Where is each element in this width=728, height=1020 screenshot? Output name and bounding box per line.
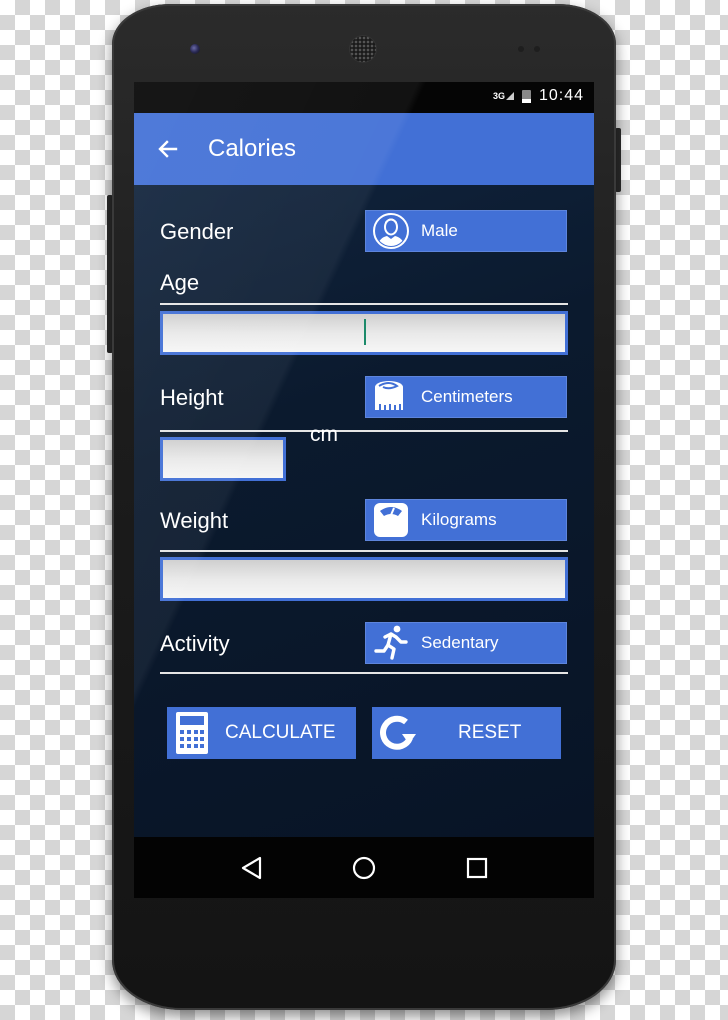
- weight-divider: [160, 550, 568, 552]
- height-unit-value: Centimeters: [421, 387, 513, 406]
- calorie-form: Gender Male Age Height Centimeters cm We…: [134, 185, 594, 837]
- activity-label: Activity: [160, 631, 230, 656]
- scale-icon: [369, 499, 413, 541]
- light-sensor: [534, 46, 540, 52]
- triangle-back-icon[interactable]: [231, 848, 271, 888]
- activity-selector[interactable]: Sedentary: [365, 622, 567, 664]
- height-input[interactable]: [160, 437, 286, 481]
- gender-value: Male: [421, 221, 458, 240]
- age-label: Age: [160, 270, 200, 295]
- reset-button[interactable]: RESET: [372, 707, 561, 759]
- text-caret: [364, 319, 366, 345]
- clock: 10:44: [538, 87, 584, 104]
- refresh-icon: [372, 712, 422, 754]
- height-divider: [160, 430, 568, 432]
- height-unit-selector[interactable]: Centimeters: [365, 376, 567, 418]
- earpiece-speaker: [350, 36, 376, 62]
- gender-selector[interactable]: Male: [365, 210, 567, 252]
- tape-measure-icon: [369, 376, 413, 418]
- weight-label: Weight: [160, 508, 229, 533]
- height-unit-suffix: cm: [310, 423, 338, 446]
- square-recents-icon[interactable]: [457, 848, 497, 888]
- calculate-label: CALCULATE: [225, 722, 336, 743]
- age-divider: [160, 303, 568, 305]
- activity-value: Sedentary: [421, 633, 499, 652]
- calculator-icon: [167, 712, 217, 754]
- network-type: 3G: [492, 91, 505, 101]
- screen: 3G 10:44 Calories Gender Male Age Height…: [134, 82, 594, 898]
- navigation-bar: [134, 837, 594, 898]
- battery-icon: [521, 89, 531, 103]
- activity-divider: [160, 672, 568, 674]
- running-icon: [369, 622, 413, 664]
- weight-unit-selector[interactable]: Kilograms: [365, 499, 567, 541]
- weight-input[interactable]: [160, 557, 568, 601]
- gender-label: Gender: [160, 219, 234, 244]
- proximity-sensor: [518, 46, 524, 52]
- person-avatar-icon: [369, 210, 413, 252]
- calculate-button[interactable]: CALCULATE: [167, 707, 356, 759]
- circle-home-icon[interactable]: [344, 848, 384, 888]
- front-camera: [190, 44, 200, 54]
- weight-unit-value: Kilograms: [421, 510, 497, 529]
- page-title: Calories: [208, 135, 297, 162]
- reset-label: RESET: [458, 722, 522, 743]
- age-input[interactable]: [160, 311, 568, 355]
- signal-icon: [505, 92, 514, 100]
- status-bar: 3G 10:44: [134, 82, 594, 113]
- height-label: Height: [160, 385, 224, 410]
- app-bar: Calories: [134, 113, 594, 185]
- arrow-left-icon[interactable]: [134, 113, 204, 185]
